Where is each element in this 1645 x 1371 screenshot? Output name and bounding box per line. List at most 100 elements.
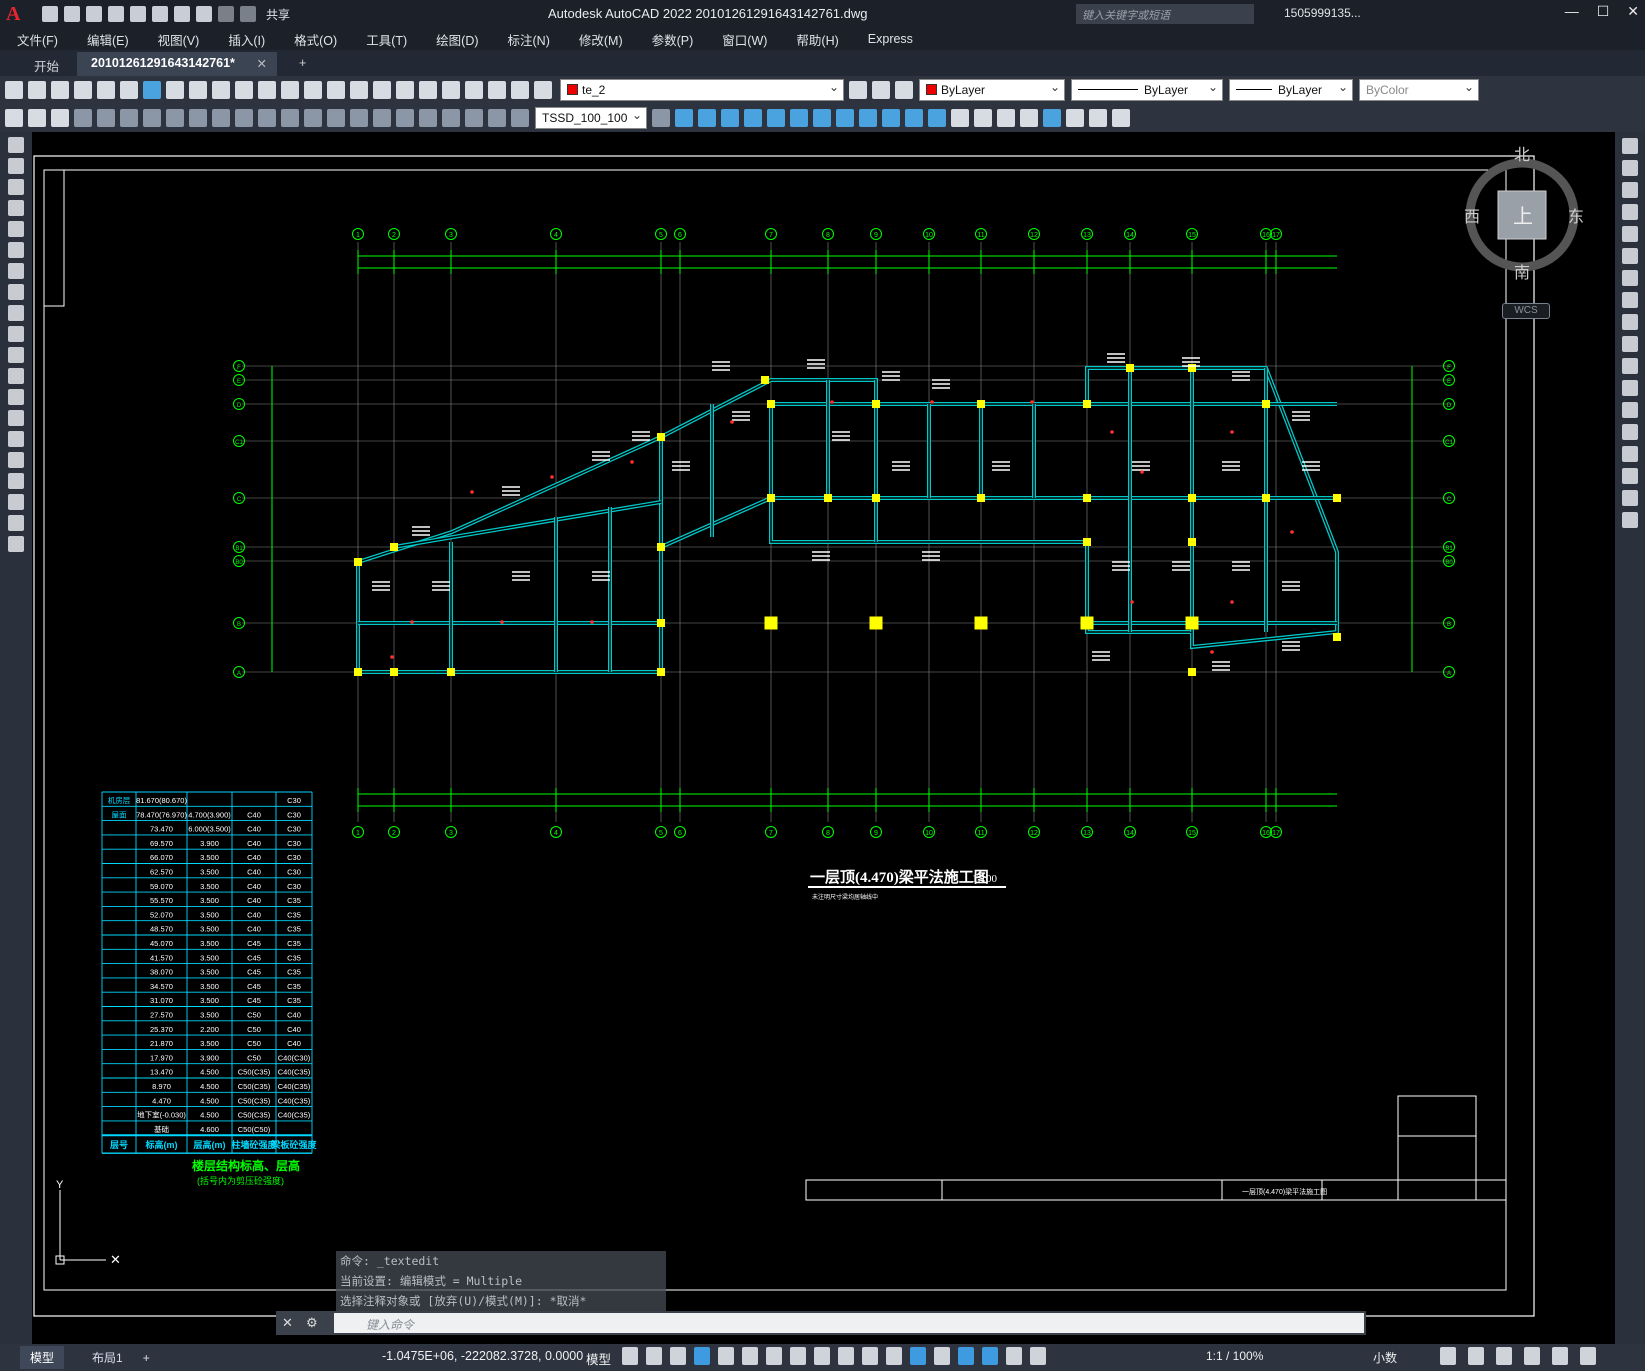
erase-icon[interactable]: [1622, 138, 1638, 154]
menu-view[interactable]: 视图(V): [141, 30, 212, 49]
copy-icon[interactable]: [189, 81, 207, 99]
visual-style-icon[interactable]: [675, 109, 693, 127]
maximize-button[interactable]: ☐: [1597, 3, 1610, 20]
jogged-linear-icon[interactable]: [442, 109, 460, 127]
customize-command-icon[interactable]: ⚙: [306, 1315, 324, 1331]
intersect-icon[interactable]: [1089, 109, 1107, 127]
annotation-scale[interactable]: 1:1 / 100%: [1206, 1349, 1263, 1363]
ucs-icon[interactable]: [790, 109, 808, 127]
zoom-previous-icon[interactable]: [373, 81, 391, 99]
inspection-icon[interactable]: [419, 109, 437, 127]
center-mark-icon[interactable]: [396, 109, 414, 127]
block-icon[interactable]: [5, 109, 23, 127]
tab-close-icon[interactable]: ✕: [257, 56, 267, 71]
insert-block-icon[interactable]: [8, 368, 24, 384]
tab-start[interactable]: 开始: [20, 52, 73, 76]
break-icon[interactable]: [1622, 402, 1638, 418]
dimstyle-dropdown[interactable]: TSSD_100_100: [535, 107, 647, 129]
close-command-icon[interactable]: ✕: [282, 1315, 300, 1331]
help-icon[interactable]: [511, 81, 529, 99]
solid-sphere-icon[interactable]: [974, 109, 992, 127]
layer-previous-icon[interactable]: [872, 81, 890, 99]
pan-icon[interactable]: [304, 81, 322, 99]
isolate-objects-icon[interactable]: [1496, 1347, 1512, 1365]
publish-icon[interactable]: [120, 81, 138, 99]
menu-dimension[interactable]: 标注(N): [491, 30, 562, 49]
model-space-toggle[interactable]: 模型: [586, 1349, 611, 1368]
move-icon[interactable]: [1622, 248, 1638, 264]
blend-icon[interactable]: [1622, 490, 1638, 506]
undo-icon[interactable]: [196, 6, 212, 22]
graphics-performance-icon[interactable]: [1524, 1347, 1540, 1365]
dim-update-icon[interactable]: [511, 109, 529, 127]
dynamic-ucs-icon[interactable]: [910, 1347, 926, 1365]
minimize-button[interactable]: —: [1565, 3, 1579, 20]
design-center-icon[interactable]: [419, 81, 437, 99]
dim-ordinate-icon[interactable]: [143, 109, 161, 127]
viewcube-west[interactable]: 西: [1464, 209, 1480, 226]
calculator-icon[interactable]: [488, 81, 506, 99]
scale-icon[interactable]: [1622, 292, 1638, 308]
clean-screen-icon[interactable]: [1552, 1347, 1568, 1365]
close-button[interactable]: ✕: [1627, 3, 1639, 20]
subtract-icon[interactable]: [1066, 109, 1084, 127]
hatch-icon[interactable]: [8, 431, 24, 447]
tab-model[interactable]: 模型: [20, 1346, 65, 1369]
layer-states-icon[interactable]: [895, 81, 913, 99]
user-account[interactable]: 1505999135...: [1284, 6, 1361, 20]
autocad-logo-icon[interactable]: A: [6, 3, 28, 25]
menu-help[interactable]: 帮助(H): [779, 30, 850, 49]
point-icon[interactable]: [8, 410, 24, 426]
viewcube-south[interactable]: 南: [1514, 264, 1530, 282]
gradient-icon[interactable]: [8, 452, 24, 468]
make-current-icon[interactable]: [849, 81, 867, 99]
selection-cycling-icon[interactable]: [862, 1347, 878, 1365]
dim-edit-icon[interactable]: [465, 109, 483, 127]
viewcube[interactable]: 上 北 南 西 东: [1464, 140, 1594, 290]
construction-line-icon[interactable]: [8, 158, 24, 174]
properties-icon[interactable]: [396, 81, 414, 99]
ortho-icon[interactable]: [694, 1347, 710, 1365]
transparency-icon[interactable]: [838, 1347, 854, 1365]
customize-icon[interactable]: [240, 6, 256, 22]
3d-print-icon[interactable]: [143, 81, 161, 99]
ucs-face-icon[interactable]: [859, 109, 877, 127]
wcs-menu[interactable]: WCS: [1502, 303, 1550, 319]
menu-window[interactable]: 窗口(W): [705, 30, 779, 49]
match-prop-icon[interactable]: [235, 81, 253, 99]
viewcube-east[interactable]: 东: [1568, 208, 1584, 226]
tab-active-drawing[interactable]: 20101261291643142761* ✕: [77, 52, 278, 76]
rectangle-icon[interactable]: [8, 221, 24, 237]
save-icon[interactable]: [86, 6, 102, 22]
zoom-realtime-icon[interactable]: [327, 81, 345, 99]
render-icon[interactable]: [721, 109, 739, 127]
layer-properties-icon[interactable]: [534, 81, 552, 99]
3d-osnap-icon[interactable]: [886, 1347, 902, 1365]
dim-diameter-icon[interactable]: [212, 109, 230, 127]
annotation-scale-icon[interactable]: [1030, 1347, 1046, 1365]
web-save-icon[interactable]: [152, 6, 168, 22]
coordinate-readout[interactable]: -1.0475E+06, -222082.3728, 0.0000: [382, 1349, 583, 1363]
line-icon[interactable]: [8, 137, 24, 153]
redo-icon[interactable]: [218, 6, 234, 22]
customization-icon[interactable]: [1580, 1347, 1596, 1365]
dim-radius-icon[interactable]: [166, 109, 184, 127]
insert-icon[interactable]: [28, 109, 46, 127]
menu-draw[interactable]: 绘图(D): [419, 30, 490, 49]
trim-icon[interactable]: [1622, 336, 1638, 352]
quick-dim-icon[interactable]: [258, 109, 276, 127]
ucs-world-icon[interactable]: [813, 109, 831, 127]
redo-icon[interactable]: [281, 81, 299, 99]
color-dropdown[interactable]: ByLayer: [919, 79, 1065, 101]
arc-icon[interactable]: [8, 242, 24, 258]
open-icon[interactable]: [64, 6, 80, 22]
dim-baseline-icon[interactable]: [281, 109, 299, 127]
paste-icon[interactable]: [212, 81, 230, 99]
open-icon[interactable]: [28, 81, 46, 99]
shade-icon[interactable]: [698, 109, 716, 127]
new-icon[interactable]: [5, 81, 23, 99]
union-icon[interactable]: [1043, 109, 1061, 127]
array-icon[interactable]: [1622, 226, 1638, 242]
dim-linear-icon[interactable]: [74, 109, 92, 127]
add-layout-button[interactable]: +: [133, 1348, 160, 1368]
